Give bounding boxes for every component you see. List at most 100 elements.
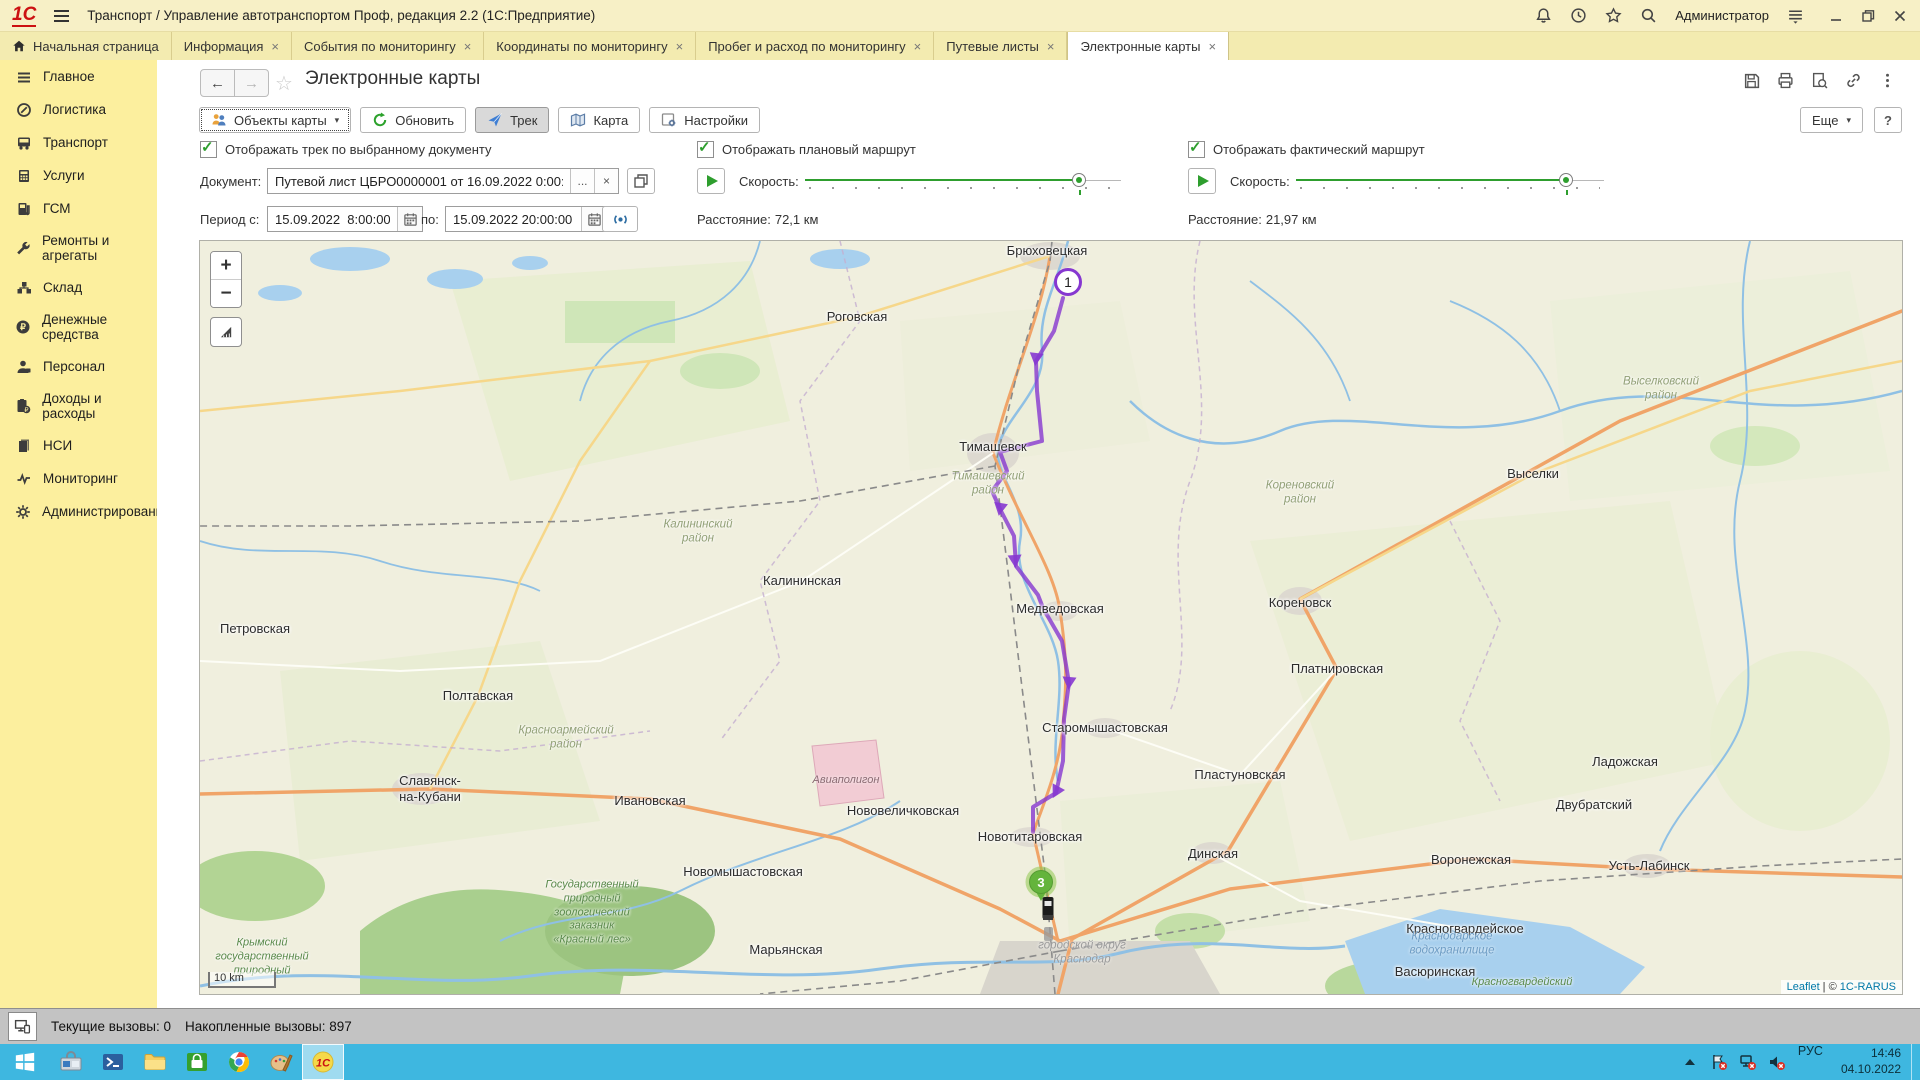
document-input[interactable] — [268, 169, 570, 193]
sidebar-item-Денежные средства[interactable]: ₽Денежные средства — [0, 304, 157, 350]
toolbar-button-Объекты карты[interactable]: Объекты карты▾ — [199, 107, 351, 133]
sidebar-item-Склад[interactable]: Склад — [0, 271, 157, 304]
toolbar-button-Трек[interactable]: Трек — [475, 107, 549, 133]
document-clear-button[interactable]: × — [594, 169, 618, 193]
tab-Пробег и расход по мониторингу[interactable]: Пробег и расход по мониторингу× — [696, 32, 934, 60]
period-to-field[interactable] — [445, 206, 607, 232]
calendar-icon[interactable] — [397, 207, 422, 231]
toolbar-button-Карта[interactable]: Карта — [558, 107, 640, 133]
sidebar-item-Персонал[interactable]: Персонал — [0, 350, 157, 383]
taskbar-app-powershell[interactable] — [92, 1044, 134, 1080]
volume-error-icon[interactable] — [1768, 1053, 1786, 1071]
tab-home[interactable]: Начальная страница — [0, 32, 172, 60]
tab-close-icon[interactable]: × — [676, 39, 684, 54]
history-icon[interactable] — [1570, 7, 1587, 24]
nav-back-button[interactable]: ← — [200, 69, 235, 97]
toolbar-button-Обновить[interactable]: Обновить — [360, 107, 466, 133]
language-indicator[interactable]: РУС — [1798, 1044, 1823, 1080]
sidebar-item-Услуги[interactable]: Услуги — [0, 159, 157, 192]
measure-tool-button[interactable] — [210, 317, 242, 347]
menu-icon — [15, 68, 32, 85]
show-plan-route-checkbox[interactable]: Отображать плановый маршрут — [697, 141, 916, 158]
network-error-icon[interactable] — [1739, 1053, 1757, 1071]
help-button[interactable]: ? — [1874, 107, 1902, 133]
save-icon[interactable] — [1743, 72, 1760, 89]
toolbar-button-Настройки[interactable]: Настройки — [649, 107, 760, 133]
calls-monitor-icon[interactable] — [8, 1012, 37, 1041]
fact-play-button[interactable] — [1188, 168, 1216, 194]
monitoring-signal-button[interactable] — [602, 206, 638, 232]
print-preview-icon[interactable] — [1811, 72, 1828, 89]
sidebar-item-Администрирование[interactable]: Администрирование — [0, 495, 157, 528]
leaflet-link[interactable]: Leaflet — [1787, 981, 1820, 993]
sidebar-item-Ремонты и агрегаты[interactable]: Ремонты и агрегаты — [0, 225, 157, 271]
show-track-checkbox[interactable]: Отображать трек по выбранному документу — [200, 141, 492, 158]
taskbar-app-paint[interactable] — [260, 1044, 302, 1080]
tab-Координаты по мониторингу[interactable]: Координаты по мониторингу× — [484, 32, 696, 60]
plan-play-button[interactable] — [697, 168, 725, 194]
1c-logo: 1С — [12, 5, 36, 27]
start-button[interactable] — [0, 1044, 50, 1080]
more-button[interactable]: Еще▾ — [1800, 107, 1863, 133]
show-desktop-button[interactable] — [1911, 1044, 1920, 1080]
document-field[interactable]: ... × — [267, 168, 619, 194]
svg-text:1: 1 — [1064, 274, 1072, 290]
close-icon[interactable] — [1892, 8, 1908, 24]
taskbar-app-server-manager[interactable] — [50, 1044, 92, 1080]
sidebar-item-ГСМ[interactable]: ГСМ — [0, 192, 157, 225]
tab-Информация[interactable]: Информация× — [172, 32, 292, 60]
print-icon[interactable] — [1777, 72, 1794, 89]
plan-speed-slider[interactable] — [805, 168, 1121, 194]
zoom-out-button[interactable]: − — [211, 279, 241, 307]
period-from-input[interactable] — [268, 207, 397, 231]
tab-close-icon[interactable]: × — [271, 39, 279, 54]
document-open-button[interactable] — [627, 168, 655, 194]
zoom-in-button[interactable]: + — [211, 252, 241, 279]
sidebar-item-Логистика[interactable]: Логистика — [0, 93, 157, 126]
minimize-icon[interactable] — [1828, 8, 1844, 24]
fact-distance: Расстояние:21,97 км — [1188, 212, 1317, 227]
map-marker-1[interactable]: 1 — [1056, 270, 1081, 295]
provider-link[interactable]: 1C-RARUS — [1840, 981, 1896, 993]
service-menu-icon[interactable] — [1787, 7, 1804, 24]
get-link-icon[interactable] — [1845, 72, 1862, 89]
taskbar-app-chrome[interactable] — [218, 1044, 260, 1080]
current-user[interactable]: Администратор — [1675, 8, 1769, 23]
notifications-bell-icon[interactable] — [1535, 7, 1552, 24]
map-canvas[interactable]: 13 БрюховецкаяРоговскаяТимашевскТимашевс… — [200, 241, 1902, 994]
favorites-star-icon[interactable] — [1605, 7, 1622, 24]
sidebar-item-Доходы и расходы[interactable]: ₽Доходы и расходы — [0, 383, 157, 429]
taskbar-app-onec[interactable]: 1С — [302, 1044, 344, 1080]
tab-close-icon[interactable]: × — [1208, 39, 1216, 54]
fact-speed-slider[interactable] — [1296, 168, 1604, 194]
period-to-input[interactable] — [446, 207, 581, 231]
show-fact-route-checkbox[interactable]: Отображать фактический маршрут — [1188, 141, 1425, 158]
tab-События по мониторингу[interactable]: События по мониторингу× — [292, 32, 484, 60]
hidden-icons-caret-icon[interactable] — [1681, 1053, 1699, 1071]
restore-window-icon[interactable] — [1860, 8, 1876, 24]
main-menu-icon[interactable] — [50, 6, 73, 26]
period-from-field[interactable] — [267, 206, 423, 232]
tab-Электронные карты[interactable]: Электронные карты× — [1067, 32, 1229, 61]
nav-forward-button[interactable]: → — [235, 69, 269, 97]
sidebar-item-Транспорт[interactable]: Транспорт — [0, 126, 157, 159]
add-favorite-star-icon[interactable]: ☆ — [275, 71, 293, 96]
taskbar-app-store[interactable] — [176, 1044, 218, 1080]
tab-close-icon[interactable]: × — [464, 39, 472, 54]
tab-Путевые листы[interactable]: Путевые листы× — [934, 32, 1067, 60]
action-center-flag-error-icon[interactable] — [1710, 1053, 1728, 1071]
sidebar-item-Мониторинг[interactable]: Мониторинг — [0, 462, 157, 495]
sidebar-item-label: Ремонты и агрегаты — [42, 233, 153, 263]
sidebar-item-НСИ[interactable]: НСИ — [0, 429, 157, 462]
sidebar-item-Главное[interactable]: Главное — [0, 60, 157, 93]
vehicle-truck-icon[interactable] — [1043, 897, 1054, 941]
slider-thumb[interactable] — [1072, 173, 1086, 187]
slider-thumb[interactable] — [1559, 173, 1573, 187]
taskbar-app-explorer[interactable] — [134, 1044, 176, 1080]
document-choose-button[interactable]: ... — [570, 169, 594, 193]
tab-close-icon[interactable]: × — [914, 39, 922, 54]
tab-close-icon[interactable]: × — [1047, 39, 1055, 54]
kebab-menu-icon[interactable] — [1879, 72, 1896, 89]
taskbar-clock[interactable]: 14:46 04.10.2022 — [1841, 1044, 1901, 1080]
search-icon[interactable] — [1640, 7, 1657, 24]
